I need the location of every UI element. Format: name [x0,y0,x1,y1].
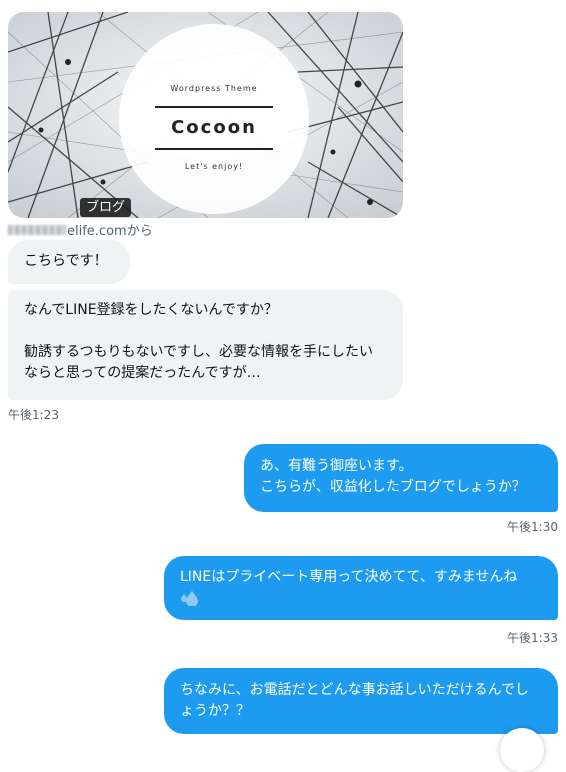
received-message[interactable]: こちらです！ [8,240,130,284]
logo-tagline: Let's enjoy! [184,162,244,171]
logo-name: Cocoon [155,106,273,150]
message-timestamp: 午後1:23 [8,408,59,422]
link-source[interactable]: elife.comから [8,220,153,239]
received-message[interactable]: なんでLINE登録をしたくないんですか？ 勧誘するつもりもないですし、必要な情報… [8,290,403,400]
message-text: LINEはプライベート専用って決めてて、すみませんね [180,569,518,585]
sent-message[interactable]: あ、有難う御座います。 こちらが、収益化したブログでしょうか？ [244,444,558,512]
message-text: こちらです！ [24,253,108,269]
sent-message[interactable]: LINEはプライベート専用って決めてて、すみませんね [164,556,558,620]
redacted-domain [8,224,66,235]
message-timestamp: 午後1:33 [507,631,558,645]
message-timestamp: 午後1:30 [507,520,558,534]
sweat-droplets-icon [180,590,542,613]
message-text: ちなみに、お電話だとどんな事お話しいただけるんでしょうか？？ [180,682,529,719]
link-preview-card[interactable]: Wordpress Theme Cocoon Let's enjoy! ブログ [8,12,403,218]
logo-subtitle: Wordpress Theme [170,84,258,93]
link-source-domain: elife.comから [67,224,153,239]
cocoon-logo: Wordpress Theme Cocoon Let's enjoy! [119,24,309,214]
sent-message[interactable]: ちなみに、お電話だとどんな事お話しいただけるんでしょうか？？ [164,668,558,734]
category-tag: ブログ [80,198,132,217]
scroll-to-bottom-button[interactable] [500,728,544,772]
